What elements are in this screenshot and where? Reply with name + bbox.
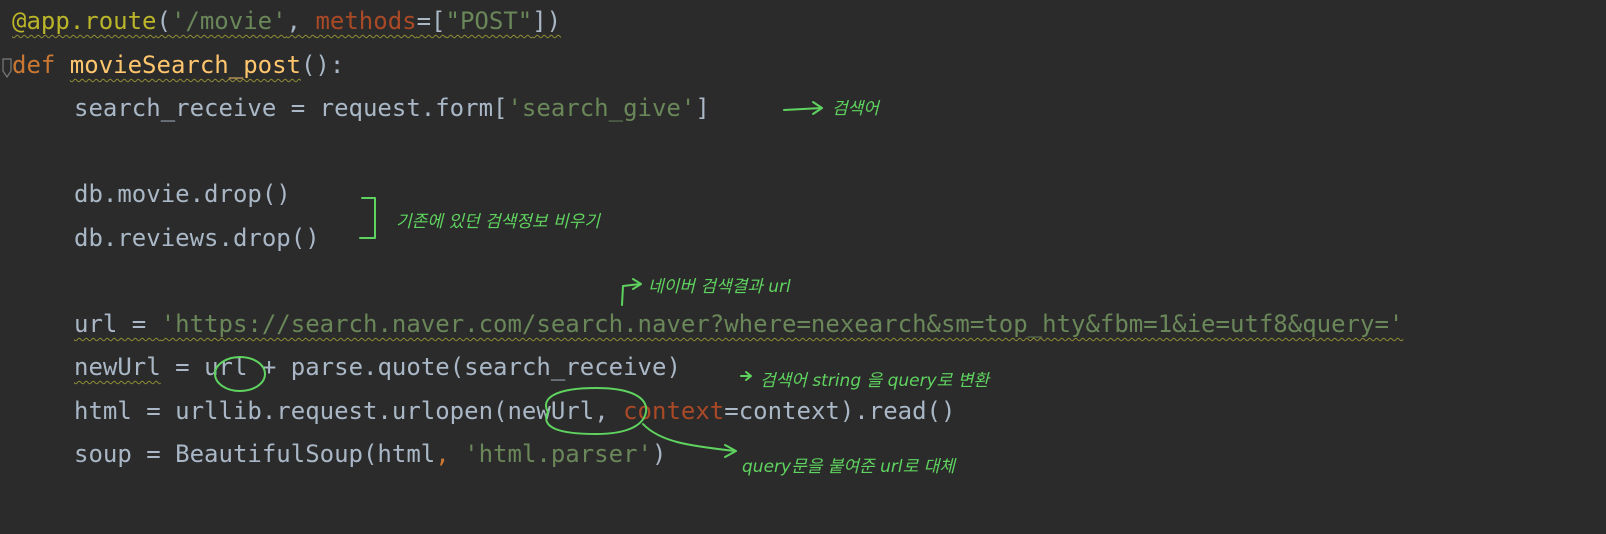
arrowhead-search-word-icon	[812, 101, 823, 115]
string-token: 'search_give'	[507, 94, 696, 122]
arrowhead-convert-icon	[745, 371, 752, 381]
annotation-naver-url: 네이버 검색결과 url	[648, 277, 791, 297]
code-token: ,	[435, 440, 465, 468]
code-token: db.movie.drop()	[74, 180, 291, 208]
annotation-search-word: 검색어	[832, 99, 879, 119]
string-token: 'https://search.naver.com/search.naver?w…	[160, 310, 1404, 338]
code-token: =	[160, 353, 205, 381]
code-token: ,	[286, 7, 316, 35]
code-line-3[interactable]: search_receive = request.form['search_gi…	[12, 90, 710, 126]
arrow-search-word-icon	[783, 107, 823, 111]
arrow-naver-url-icon	[621, 283, 641, 306]
arrowhead-replace-icon	[724, 444, 737, 458]
keyword-token: def	[12, 51, 70, 79]
code-line-8[interactable]: url = 'https://search.naver.com/search.n…	[12, 306, 1403, 342]
string-token: '/movie'	[170, 7, 287, 35]
code-token: ,	[594, 397, 624, 425]
annotation-clear-old: 기존에 있던 검색정보 비우기	[396, 212, 600, 232]
annotation-replace: query문을 붙여준 url로 대체	[742, 457, 955, 477]
code-editor[interactable]: @app.route('/movie', methods=["POST"]) d…	[0, 0, 1606, 534]
code-token: (	[156, 7, 171, 35]
code-token: ():	[300, 51, 345, 79]
code-line-10[interactable]: html = urllib.request.urlopen(newUrl, co…	[12, 393, 955, 429]
code-token: ]	[695, 94, 710, 122]
code-token: newUrl	[74, 353, 161, 381]
fold-marker-icon[interactable]	[2, 58, 12, 78]
code-token: )	[651, 440, 667, 468]
code-line-2[interactable]: def movieSearch_post():	[12, 47, 344, 83]
code-line-1[interactable]: @app.route('/movie', methods=["POST"])	[12, 3, 561, 39]
code-token: search_receive = request.form[	[74, 94, 508, 122]
code-token: db.reviews.drop()	[74, 224, 320, 252]
keyword-arg-token: methods	[315, 7, 417, 35]
code-line-9[interactable]: newUrl = url + parse.quote(search_receiv…	[12, 349, 681, 385]
keyword-arg-token: context	[623, 397, 725, 425]
decorator-token: @app.route	[12, 7, 157, 35]
function-name-token: movieSearch_post	[69, 51, 301, 79]
code-token: url =	[74, 310, 161, 338]
code-token: + parse.quote(search_receive)	[247, 353, 681, 381]
arrowhead-naver-url-icon	[632, 278, 642, 290]
code-token: =context).read()	[724, 397, 956, 425]
annotation-convert: 검색어 string 을 query로 변환	[760, 371, 989, 391]
code-token: html = urllib.request.urlopen(	[74, 397, 508, 425]
code-token: ])	[532, 7, 562, 35]
code-token: newUrl	[507, 397, 595, 425]
bracket-drop-icon	[359, 197, 376, 239]
code-token: =[	[416, 7, 446, 35]
code-line-11[interactable]: soup = BeautifulSoup(html, 'html.parser'…	[12, 436, 666, 472]
code-line-6[interactable]: db.reviews.drop()	[12, 220, 320, 256]
string-token: "POST"	[445, 7, 533, 35]
code-token: soup = BeautifulSoup(html	[74, 440, 436, 468]
string-token: 'html.parser'	[464, 440, 652, 468]
code-line-5[interactable]: db.movie.drop()	[12, 176, 291, 212]
code-token: url	[204, 353, 248, 381]
